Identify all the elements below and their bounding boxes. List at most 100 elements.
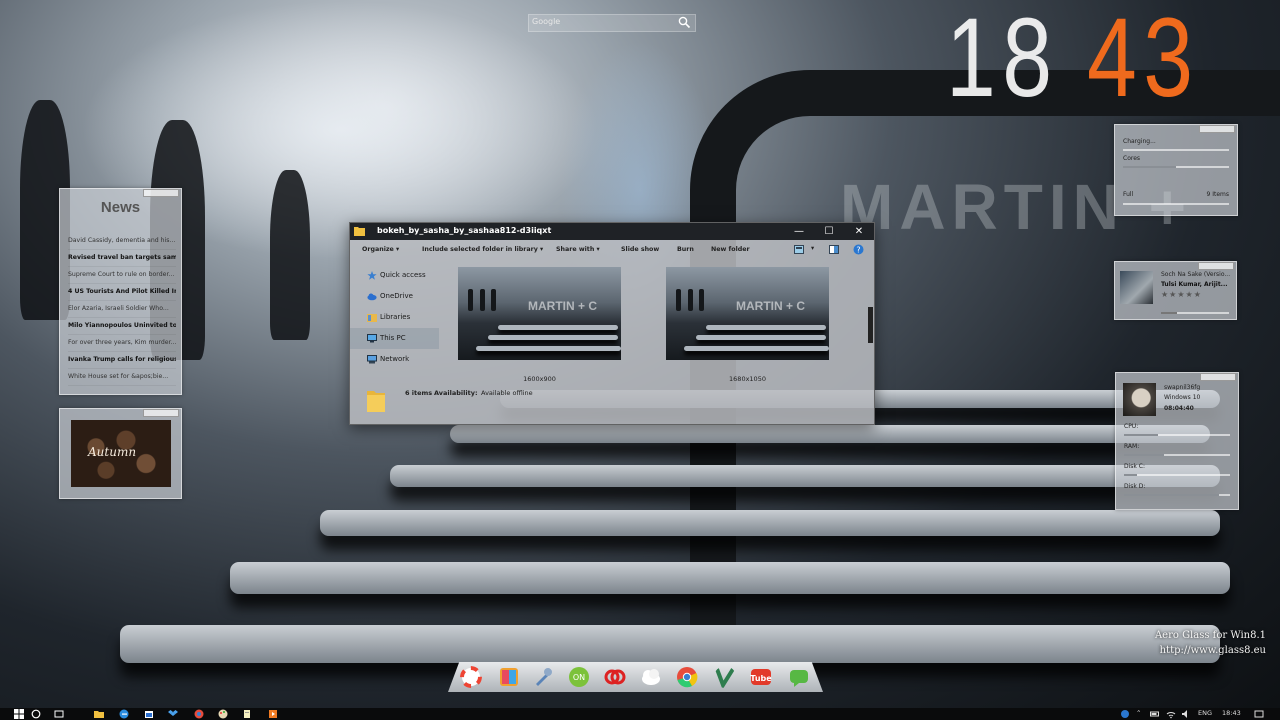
- gadget-controls[interactable]: [1198, 262, 1234, 270]
- view-dropdown-icon[interactable]: ▾: [811, 245, 814, 252]
- gadget-controls[interactable]: [1199, 125, 1235, 133]
- chrome-taskbar-icon[interactable]: [194, 709, 204, 719]
- notifications-icon[interactable]: [1254, 709, 1264, 719]
- disk-c-label: Disk C:: [1124, 463, 1146, 470]
- vertical-scrollbar[interactable]: [867, 265, 874, 383]
- close-button[interactable]: ✕: [844, 223, 874, 240]
- search-icon[interactable]: [678, 16, 691, 29]
- gadget-controls[interactable]: [143, 409, 179, 417]
- nav-label: Quick access: [380, 271, 426, 279]
- media-player-icon[interactable]: [268, 709, 278, 719]
- folder-icon: [367, 391, 385, 412]
- share-with-menu[interactable]: Share with ▾: [556, 246, 600, 253]
- search-input[interactable]: Google: [532, 17, 560, 26]
- news-item[interactable]: White House set for &apos;bie...: [68, 369, 176, 386]
- clock-minutes: 43: [1086, 0, 1200, 120]
- file-explorer-window[interactable]: bokeh_by_sasha_by_sashaa812-d3iiqxt — ☐ …: [349, 222, 875, 425]
- chrome-icon[interactable]: [676, 666, 698, 688]
- show-hidden-icons[interactable]: ⌃: [1136, 709, 1141, 717]
- store-icon[interactable]: [144, 709, 154, 719]
- window-titlebar[interactable]: bokeh_by_sasha_by_sashaa812-d3iiqxt — ☐ …: [350, 223, 874, 240]
- item-count: 9 Items: [1206, 191, 1229, 198]
- slideshow-button[interactable]: Slide show: [621, 246, 659, 253]
- library-icon: [367, 314, 377, 322]
- news-item[interactable]: For over three years, Kim murder...: [68, 335, 176, 352]
- minimize-button[interactable]: —: [784, 223, 814, 240]
- share-label: Share with: [556, 246, 595, 253]
- red-link-icon[interactable]: [604, 666, 626, 688]
- edge-icon[interactable]: [119, 709, 129, 719]
- aero-glass-watermark: Aero Glass for Win8.1 http://www.glass8.…: [1155, 628, 1266, 658]
- nav-libraries[interactable]: Libraries: [350, 307, 445, 328]
- system-monitor-gadget[interactable]: swapnil36fg Windows 10 08:04:40 CPU: RAM…: [1115, 372, 1239, 510]
- paint-icon[interactable]: [218, 709, 228, 719]
- nav-network[interactable]: Network: [350, 349, 445, 370]
- start-windows-icon[interactable]: [14, 709, 24, 719]
- notepad-icon[interactable]: [242, 709, 252, 719]
- nav-label: OneDrive: [380, 292, 413, 300]
- view-options-icon[interactable]: [794, 245, 804, 254]
- dropbox-icon[interactable]: [168, 709, 178, 719]
- svg-text:?: ?: [856, 246, 860, 255]
- cortana-icon[interactable]: [31, 709, 41, 719]
- news-item[interactable]: Supreme Court to rule on border...: [68, 267, 176, 284]
- clock-hours: 18: [946, 0, 1059, 120]
- battery-icon[interactable]: [1150, 709, 1160, 719]
- rocket-dock: ON Tube: [448, 662, 823, 692]
- nav-onedrive[interactable]: OneDrive: [350, 286, 445, 307]
- green-toggle-icon[interactable]: ON: [568, 666, 590, 688]
- cloud-icon[interactable]: [640, 666, 662, 688]
- tube-icon[interactable]: Tube: [750, 666, 772, 688]
- album-art: [1120, 271, 1153, 304]
- cpu-bar: [1124, 434, 1230, 436]
- maximize-button[interactable]: ☐: [814, 223, 844, 240]
- news-gadget[interactable]: News David Cassidy, dementia and his... …: [59, 188, 182, 395]
- tools-icon[interactable]: [532, 666, 554, 688]
- wifi-icon[interactable]: [1166, 709, 1176, 719]
- preview-pane-icon[interactable]: [829, 245, 839, 254]
- ram-label: RAM:: [1124, 443, 1140, 450]
- track-progress[interactable]: [1161, 312, 1229, 314]
- news-item[interactable]: Ivanka Trump calls for religious...: [68, 352, 176, 369]
- nav-this-pc[interactable]: This PC: [350, 328, 439, 349]
- music-gadget[interactable]: Soch Na Sake (Versio... Tulsi Kumar, Ari…: [1114, 261, 1237, 320]
- file-thumbnail[interactable]: MARTIN + C: [458, 267, 621, 360]
- news-item[interactable]: Milo Yiannopoulos Uninvited to...: [68, 318, 176, 335]
- palette-icon[interactable]: [498, 666, 520, 688]
- task-view-icon[interactable]: [54, 709, 64, 719]
- nav-quick-access[interactable]: Quick access: [350, 265, 445, 286]
- rating-stars[interactable]: ★★★★★: [1161, 290, 1202, 299]
- help-icon[interactable]: ?: [853, 244, 864, 255]
- cpu-label: CPU:: [1124, 423, 1139, 430]
- news-title: News: [100, 199, 141, 216]
- gadget-controls[interactable]: [143, 189, 179, 197]
- vine-icon[interactable]: [714, 666, 736, 688]
- file-thumbnail[interactable]: MARTIN + C: [666, 267, 829, 360]
- lifebuoy-icon[interactable]: [460, 666, 482, 688]
- news-item[interactable]: Elor Azaria, Israeli Soldier Who...: [68, 301, 176, 318]
- new-folder-button[interactable]: New folder: [711, 246, 750, 253]
- slideshow-gadget[interactable]: Autumn: [59, 408, 182, 499]
- computer-icon: [367, 334, 377, 343]
- disk-c-bar: [1124, 474, 1230, 476]
- ram-bar: [1124, 454, 1230, 456]
- power-gadget[interactable]: Charging... Cores Full 9 Items: [1114, 124, 1238, 216]
- green-chat-icon[interactable]: [788, 666, 810, 688]
- file-explorer-taskbar-icon[interactable]: [94, 709, 104, 719]
- gadget-controls[interactable]: [1200, 373, 1236, 381]
- organize-menu[interactable]: Organize ▾: [362, 246, 399, 253]
- language-indicator[interactable]: ENG: [1198, 709, 1212, 717]
- volume-icon[interactable]: [1181, 709, 1191, 719]
- slideshow-caption: Autumn: [88, 445, 137, 459]
- news-item[interactable]: Revised travel ban targets same...: [68, 250, 176, 267]
- full-label: Full: [1123, 191, 1134, 198]
- google-search-box[interactable]: Google: [528, 14, 696, 32]
- info-tray-icon[interactable]: [1120, 709, 1130, 719]
- news-item[interactable]: David Cassidy, dementia and his...: [68, 233, 176, 250]
- news-item[interactable]: 4 US Tourists And Pilot Killed In A...: [68, 284, 176, 301]
- burn-button[interactable]: Burn: [677, 246, 694, 253]
- include-in-library-menu[interactable]: Include selected folder in library ▾: [422, 246, 543, 253]
- taskbar-clock[interactable]: 18:43: [1222, 709, 1241, 717]
- window-title: bokeh_by_sasha_by_sashaa812-d3iiqxt: [377, 226, 552, 235]
- nav-label: Network: [380, 355, 410, 363]
